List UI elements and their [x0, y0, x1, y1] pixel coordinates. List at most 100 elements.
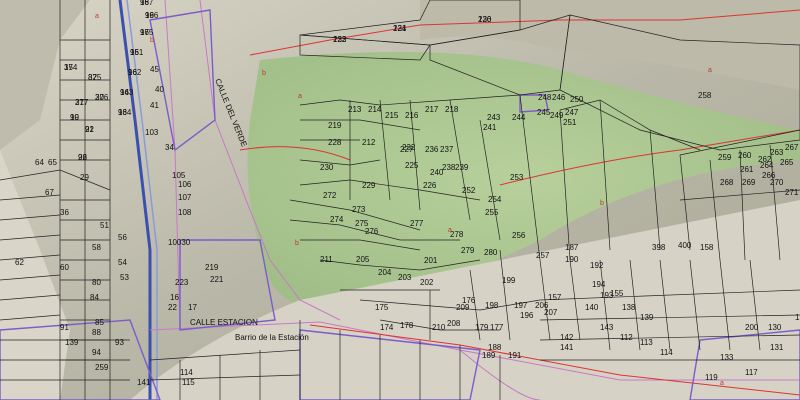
parcel-label: 90	[70, 113, 79, 122]
parcel-label: 273	[352, 205, 366, 214]
parcel-label: 212	[362, 138, 376, 147]
parcel-label: 161	[130, 48, 144, 57]
parcel-label: 120	[478, 15, 492, 24]
parcel-label: 103	[145, 128, 159, 137]
parcel-label: 141	[560, 343, 574, 352]
parcel-label: 84	[90, 293, 99, 302]
parcel-label: 230	[320, 163, 334, 172]
parcel-label: 258	[698, 91, 712, 100]
parcel-label: 94	[92, 348, 101, 357]
parcel-label: 377	[75, 98, 89, 107]
parcel-label: 139	[640, 313, 654, 322]
parcel-label: 268	[720, 178, 734, 187]
boundary-mark-label: a	[95, 13, 99, 20]
parcel-label: 277	[410, 219, 424, 228]
parcel-label: 255	[485, 208, 499, 217]
parcel-label: 223	[175, 278, 189, 287]
parcel-label: 131	[770, 343, 784, 352]
parcel-label: 198	[485, 301, 499, 310]
parcel-label: 203	[398, 273, 412, 282]
parcel-label: 139	[65, 338, 79, 347]
parcel-label: 227	[400, 145, 414, 154]
boundary-mark-label: a	[298, 93, 302, 100]
parcel-label: 133	[720, 353, 734, 362]
parcel-label: 67	[45, 188, 54, 197]
parcel-label: 60	[60, 263, 69, 272]
parcel-label: 53	[120, 273, 129, 282]
parcel-label: 16	[170, 293, 179, 302]
parcel-label: 243	[487, 113, 501, 122]
boundary-mark-label: a	[720, 380, 724, 387]
parcel-label: 29	[80, 173, 89, 182]
parcel-label: 62	[15, 258, 24, 267]
parcel-label: 237	[440, 145, 454, 154]
parcel-label: 175	[375, 303, 389, 312]
parcel-label: 228	[328, 138, 342, 147]
parcel-label: 122	[333, 35, 347, 44]
parcel-label: 115	[182, 378, 195, 387]
parcel-label: 174	[380, 323, 394, 332]
parcel-label: 194	[592, 280, 606, 289]
boundary-mark-label: b	[262, 70, 266, 77]
parcel-label: 165	[140, 28, 154, 37]
parcel-label: 132	[795, 313, 800, 322]
parcel-label: 80	[92, 278, 101, 287]
parcel-label: 167	[140, 0, 154, 7]
parcel-label: 259	[95, 363, 109, 372]
parcel-label: 221	[210, 275, 224, 284]
parcel-label: 213	[348, 105, 362, 114]
parcel-label: 92	[78, 153, 87, 162]
parcel-label: 249	[550, 111, 564, 120]
boundary-mark-label: a	[708, 67, 712, 74]
parcel-label: 113	[640, 338, 653, 347]
parcel-label: 199	[502, 276, 516, 285]
parcel-label: 272	[323, 191, 337, 200]
parcel-label: 236	[425, 145, 439, 154]
boundary-mark-label: b	[295, 240, 299, 247]
parcel-label: 192	[590, 261, 604, 270]
parcel-label: 216	[405, 111, 419, 120]
cadastral-map[interactable]: 236 234 233 98 99 97 95 96 94 93 15 82 20 21 19 22 26 29 3…	[0, 0, 800, 400]
parcel-label: 85	[95, 318, 104, 327]
parcel-label: 119	[705, 373, 718, 382]
parcel-label: 54	[118, 258, 127, 267]
parcel-label: 244	[512, 113, 526, 122]
parcel-label: 229	[362, 181, 376, 190]
parcel-label: 398	[652, 243, 666, 252]
parcel-label: 108	[178, 208, 192, 217]
parcel-label: 163	[120, 88, 134, 97]
parcel-label: 200	[745, 323, 759, 332]
parcel-label: 271	[785, 188, 799, 197]
parcel-label: 93	[115, 338, 124, 347]
parcel-label: 269	[742, 178, 756, 187]
parcel-label: 256	[512, 231, 526, 240]
parcel-label: 197	[514, 301, 528, 310]
parcel-label: 114	[660, 348, 673, 357]
parcel-label: 140	[585, 303, 599, 312]
parcel-label: 166	[145, 11, 159, 20]
map-canvas[interactable]: 2362342339899979596949315822021192226293…	[0, 0, 800, 400]
parcel-label: 204	[378, 268, 392, 277]
parcel-label: 261	[740, 165, 754, 174]
parcel-label: 211	[320, 255, 333, 264]
parcel-label: 239	[455, 163, 469, 172]
parcel-label: 178	[400, 321, 414, 330]
parcel-label: 246	[552, 93, 566, 102]
parcel-label: 207	[544, 308, 558, 317]
parcel-label: 106	[178, 180, 192, 189]
parcel-label: 91	[60, 323, 69, 332]
parcel-label: 176	[462, 296, 476, 305]
parcel-label: 36	[60, 208, 69, 217]
parcel-label: 219	[328, 121, 342, 130]
parcel-label: 259	[718, 153, 732, 162]
parcel-label: 248	[538, 93, 552, 102]
parcel-label: 215	[385, 111, 399, 120]
parcel-label: 34	[165, 143, 174, 152]
parcel-label: 254	[488, 195, 502, 204]
parcel-label: 121	[393, 24, 407, 33]
parcel-label: 196	[520, 311, 534, 320]
boundary-mark-label: b	[600, 200, 604, 207]
parcel-label: 217	[425, 105, 439, 114]
parcel-label: 88	[92, 328, 101, 337]
parcel-label: 245	[537, 108, 551, 117]
